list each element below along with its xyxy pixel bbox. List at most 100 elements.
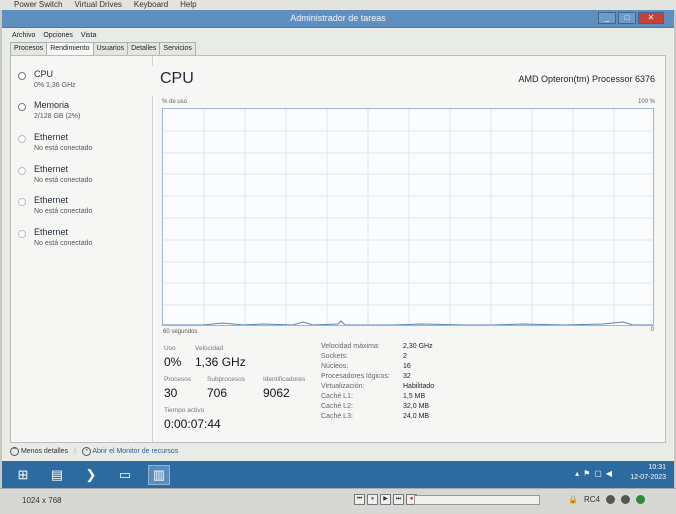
clock-time: 10:31 <box>648 464 666 471</box>
app-menu-bar: Archivo Opciones Vista <box>2 29 674 42</box>
tab-procesos[interactable]: Procesos <box>10 42 48 55</box>
detail-label: Caché L3: <box>321 413 353 420</box>
menu-opciones[interactable]: Opciones <box>43 29 73 42</box>
task-manager-icon[interactable]: ▥ <box>148 464 170 485</box>
sidebar-item-title: Ethernet <box>34 195 69 205</box>
less-details-button[interactable]: ⌃ Menos detalles <box>10 446 70 456</box>
pause-button[interactable]: ⏸ <box>367 494 378 505</box>
detail-label: Núcleos: <box>321 363 349 370</box>
sidebar-item-subtitle: No está conectado <box>34 208 93 215</box>
subprocesos-label: Subprocesos <box>207 376 245 383</box>
velocidad-label: Velocidad <box>195 345 224 352</box>
sidebar-item-ethernet-4[interactable]: Ethernet No está conectado <box>11 224 153 254</box>
cipher-label: RC4 <box>583 495 600 504</box>
close-button[interactable]: ✕ <box>638 12 664 24</box>
detail-label: Caché L1: <box>321 393 353 400</box>
server-manager-icon[interactable]: ▤ <box>46 465 68 485</box>
identificadores-value: 9062 <box>263 386 290 400</box>
resource-monitor-icon: ◔ <box>81 446 91 456</box>
chevron-up-icon: ⌃ <box>10 446 19 456</box>
cpu-model: AMD Opteron(tm) Processor 6376 <box>518 74 655 84</box>
detail-value: 2,30 GHz <box>403 343 433 350</box>
tab-detalles[interactable]: Detalles <box>127 42 161 55</box>
radio-icon <box>18 103 26 111</box>
kvm-menu-keyboard[interactable]: Keyboard <box>134 0 168 10</box>
sidebar-item-title: Ethernet <box>34 132 69 142</box>
kvm-menu-power-switch[interactable]: Power Switch <box>14 0 62 10</box>
graph-axis-min: 0 <box>650 327 654 333</box>
menu-vista[interactable]: Vista <box>81 29 96 42</box>
sidebar-item-cpu[interactable]: CPU 0% 1,36 GHz <box>11 66 153 96</box>
tab-servicios[interactable]: Servicios <box>159 42 196 55</box>
sidebar-item-memoria[interactable]: Memoria 2/128 GB (2%) <box>11 97 153 127</box>
detail-value: Habilitado <box>403 383 435 390</box>
sidebar-item-ethernet-2[interactable]: Ethernet No está conectado <box>11 161 153 191</box>
detail-label: Velocidad máxima: <box>321 343 380 350</box>
sidebar-item-title: Memoria <box>34 100 70 110</box>
graph-axis-time: 60 segundos <box>163 329 198 335</box>
window-titlebar[interactable]: Administrador de tareas _ □ ✕ <box>2 10 674 28</box>
status-dot-icon <box>620 495 630 504</box>
detail-value: 24,0 MB <box>403 413 430 420</box>
sidebar-item-subtitle: 0% 1,36 GHz <box>34 82 76 89</box>
radio-icon <box>18 198 26 206</box>
kvm-status-right: 🔒 RC4 <box>568 495 645 504</box>
procesos-value: 30 <box>164 386 178 400</box>
skip-forward-button[interactable]: ⏭ <box>393 494 404 505</box>
menu-archivo[interactable]: Archivo <box>12 29 35 42</box>
sidebar-item-subtitle: No está conectado <box>34 240 93 247</box>
graph-axis-max: 100 % <box>637 99 655 105</box>
status-dot-icon <box>605 495 615 504</box>
skip-back-button[interactable]: ⏮ <box>354 494 365 505</box>
taskbar: ⊞ ▤ ❯ ▭ ▥ ▴⚑▢◀ 10:31 12-07-2023 <box>2 461 674 488</box>
sidebar-item-ethernet-3[interactable]: Ethernet No está conectado <box>11 192 153 222</box>
detail-value: 32 <box>403 373 411 380</box>
kvm-menu-virtual-drives[interactable]: Virtual Drives <box>74 0 121 10</box>
sidebar-item-subtitle: No está conectado <box>34 145 93 152</box>
footer-divider: | <box>74 448 76 455</box>
graph-axis-label: % de uso <box>162 99 188 105</box>
resource-monitor-link[interactable]: ◔ Abrir el Monitor de recursos <box>81 446 179 456</box>
resource-monitor-label: Abrir el Monitor de recursos <box>92 448 179 455</box>
cpu-title: CPU <box>160 70 194 87</box>
remote-screen: Administrador de tareas _ □ ✕ Archivo Op… <box>2 10 674 488</box>
sidebar-item-subtitle: No está conectado <box>34 177 93 184</box>
play-button[interactable]: ▶ <box>380 494 391 505</box>
identificadores-label: Identificadores <box>263 376 306 383</box>
procesos-label: Procesos <box>164 376 192 383</box>
file-explorer-icon[interactable]: ▭ <box>114 465 136 485</box>
tiempo-activo-value: 0:00:07:44 <box>164 417 221 431</box>
connection-status-icon <box>635 495 645 504</box>
sidebar-item-subtitle: 2/128 GB (2%) <box>34 113 81 120</box>
sidebar-item-title: Ethernet <box>34 164 69 174</box>
sidebar-item-title: CPU <box>34 69 54 79</box>
detail-label: Sockets: <box>321 353 348 360</box>
velocidad-value: 1,36 GHz <box>195 355 246 369</box>
detail-label: Virtualización: <box>321 383 365 390</box>
minimize-button[interactable]: _ <box>598 12 616 24</box>
system-clock[interactable]: 10:31 12-07-2023 <box>630 463 666 483</box>
uso-label: Uso <box>164 345 176 352</box>
detail-label: Procesadores lógicos: <box>321 373 390 380</box>
sidebar-item-ethernet-1[interactable]: Ethernet No está conectado <box>11 129 153 159</box>
radio-icon <box>18 135 26 143</box>
powershell-icon[interactable]: ❯ <box>80 465 102 485</box>
detail-value: 16 <box>403 363 411 370</box>
system-tray-icons[interactable]: ▴⚑▢◀ <box>575 469 616 478</box>
radio-icon <box>18 72 26 80</box>
maximize-button[interactable]: □ <box>618 12 636 24</box>
playback-controls: ⏮ ⏸ ▶ ⏭ ● <box>354 494 417 505</box>
tab-usuarios[interactable]: Usuarios <box>92 42 129 55</box>
footer-bar: ⌃ Menos detalles | ◔ Abrir el Monitor de… <box>10 445 666 459</box>
tab-rendimiento[interactable]: Rendimiento <box>46 42 94 56</box>
screen-resolution: 1024 x 768 <box>22 496 62 505</box>
detail-value: 32,0 MB <box>403 403 430 410</box>
start-windows-icon[interactable]: ⊞ <box>12 465 34 485</box>
performance-pane: CPU 0% 1,36 GHz Memoria 2/128 GB (2%) Et… <box>10 55 666 443</box>
playback-track[interactable] <box>414 495 540 505</box>
clock-date: 12-07-2023 <box>630 474 666 481</box>
detail-value: 2 <box>403 353 407 360</box>
lock-icon: 🔒 <box>568 495 578 504</box>
uso-value: 0% <box>164 355 182 369</box>
kvm-menu-help[interactable]: Help <box>180 0 196 10</box>
